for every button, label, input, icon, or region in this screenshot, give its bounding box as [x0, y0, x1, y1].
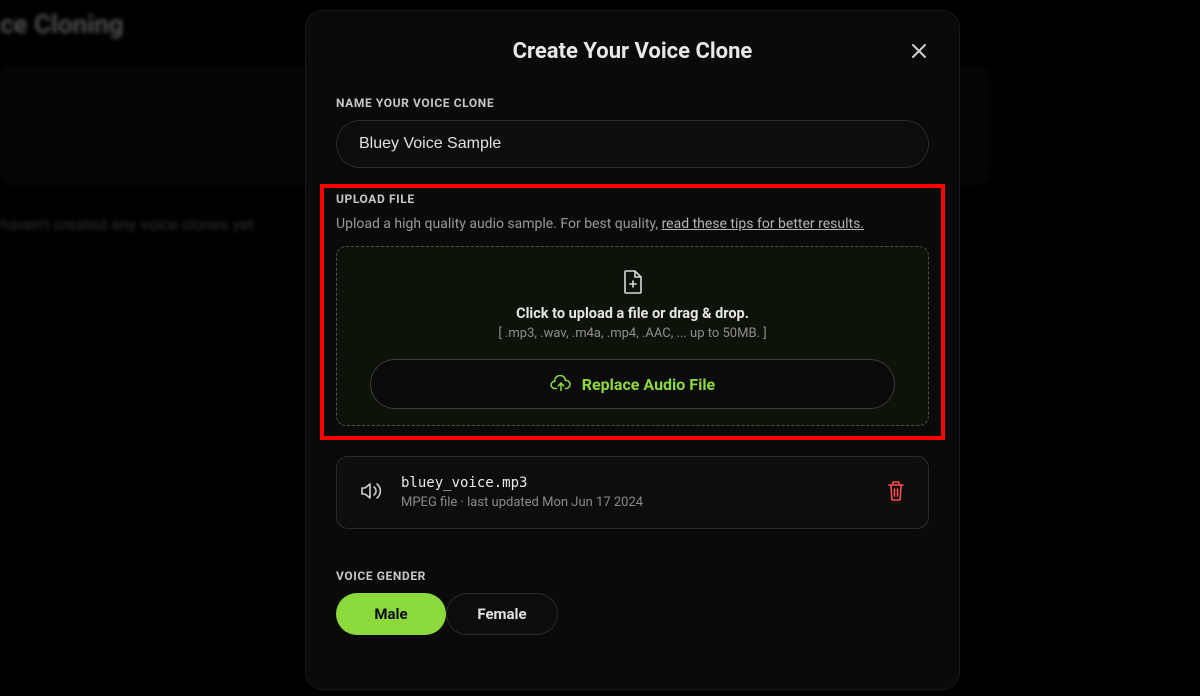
upload-dropzone[interactable]: Click to upload a file or drag & drop. […: [336, 246, 929, 426]
gender-toggle: Male Female: [336, 593, 558, 635]
gender-label: VOICE GENDER: [336, 569, 929, 583]
upload-section: UPLOAD FILE Upload a high quality audio …: [336, 192, 929, 426]
speaker-icon[interactable]: [359, 480, 383, 506]
cloud-upload-icon: [550, 375, 572, 393]
create-voice-clone-modal: Create Your Voice Clone NAME YOUR VOICE …: [305, 10, 960, 690]
replace-audio-button[interactable]: Replace Audio File: [370, 359, 895, 409]
dropzone-instruction: Click to upload a file or drag & drop.: [353, 305, 912, 322]
replace-audio-label: Replace Audio File: [582, 375, 715, 394]
delete-file-button[interactable]: [886, 480, 906, 506]
bg-page-title: ce Cloning: [0, 10, 124, 40]
upload-field-label: UPLOAD FILE: [336, 192, 929, 206]
file-add-icon: [353, 269, 912, 295]
trash-icon: [886, 480, 906, 502]
file-meta: bluey_voice.mp3 MPEG file · last updated…: [401, 475, 868, 510]
name-section: NAME YOUR VOICE CLONE: [336, 96, 929, 168]
name-field-label: NAME YOUR VOICE CLONE: [336, 96, 929, 110]
close-icon: [911, 43, 927, 59]
file-subtitle: MPEG file · last updated Mon Jun 17 2024: [401, 495, 868, 510]
file-name: bluey_voice.mp3: [401, 475, 868, 491]
dropzone-formats: [ .mp3, .wav, .m4a, .mp4, .AAC, ... up t…: [353, 326, 912, 341]
gender-option-male[interactable]: Male: [336, 593, 446, 635]
gender-section: VOICE GENDER Male Female: [336, 569, 929, 635]
upload-tips-link[interactable]: read these tips for better results.: [662, 216, 864, 232]
gender-option-female[interactable]: Female: [446, 593, 558, 635]
uploaded-file-row: bluey_voice.mp3 MPEG file · last updated…: [336, 456, 929, 529]
modal-title: Create Your Voice Clone: [336, 39, 929, 64]
modal-header: Create Your Voice Clone: [336, 39, 929, 64]
close-button[interactable]: [905, 37, 933, 65]
bg-empty-text: haven't created any voice clones yet: [0, 215, 254, 234]
voice-clone-name-input[interactable]: [336, 120, 929, 168]
upload-description: Upload a high quality audio sample. For …: [336, 216, 929, 232]
upload-description-text: Upload a high quality audio sample. For …: [336, 216, 662, 232]
